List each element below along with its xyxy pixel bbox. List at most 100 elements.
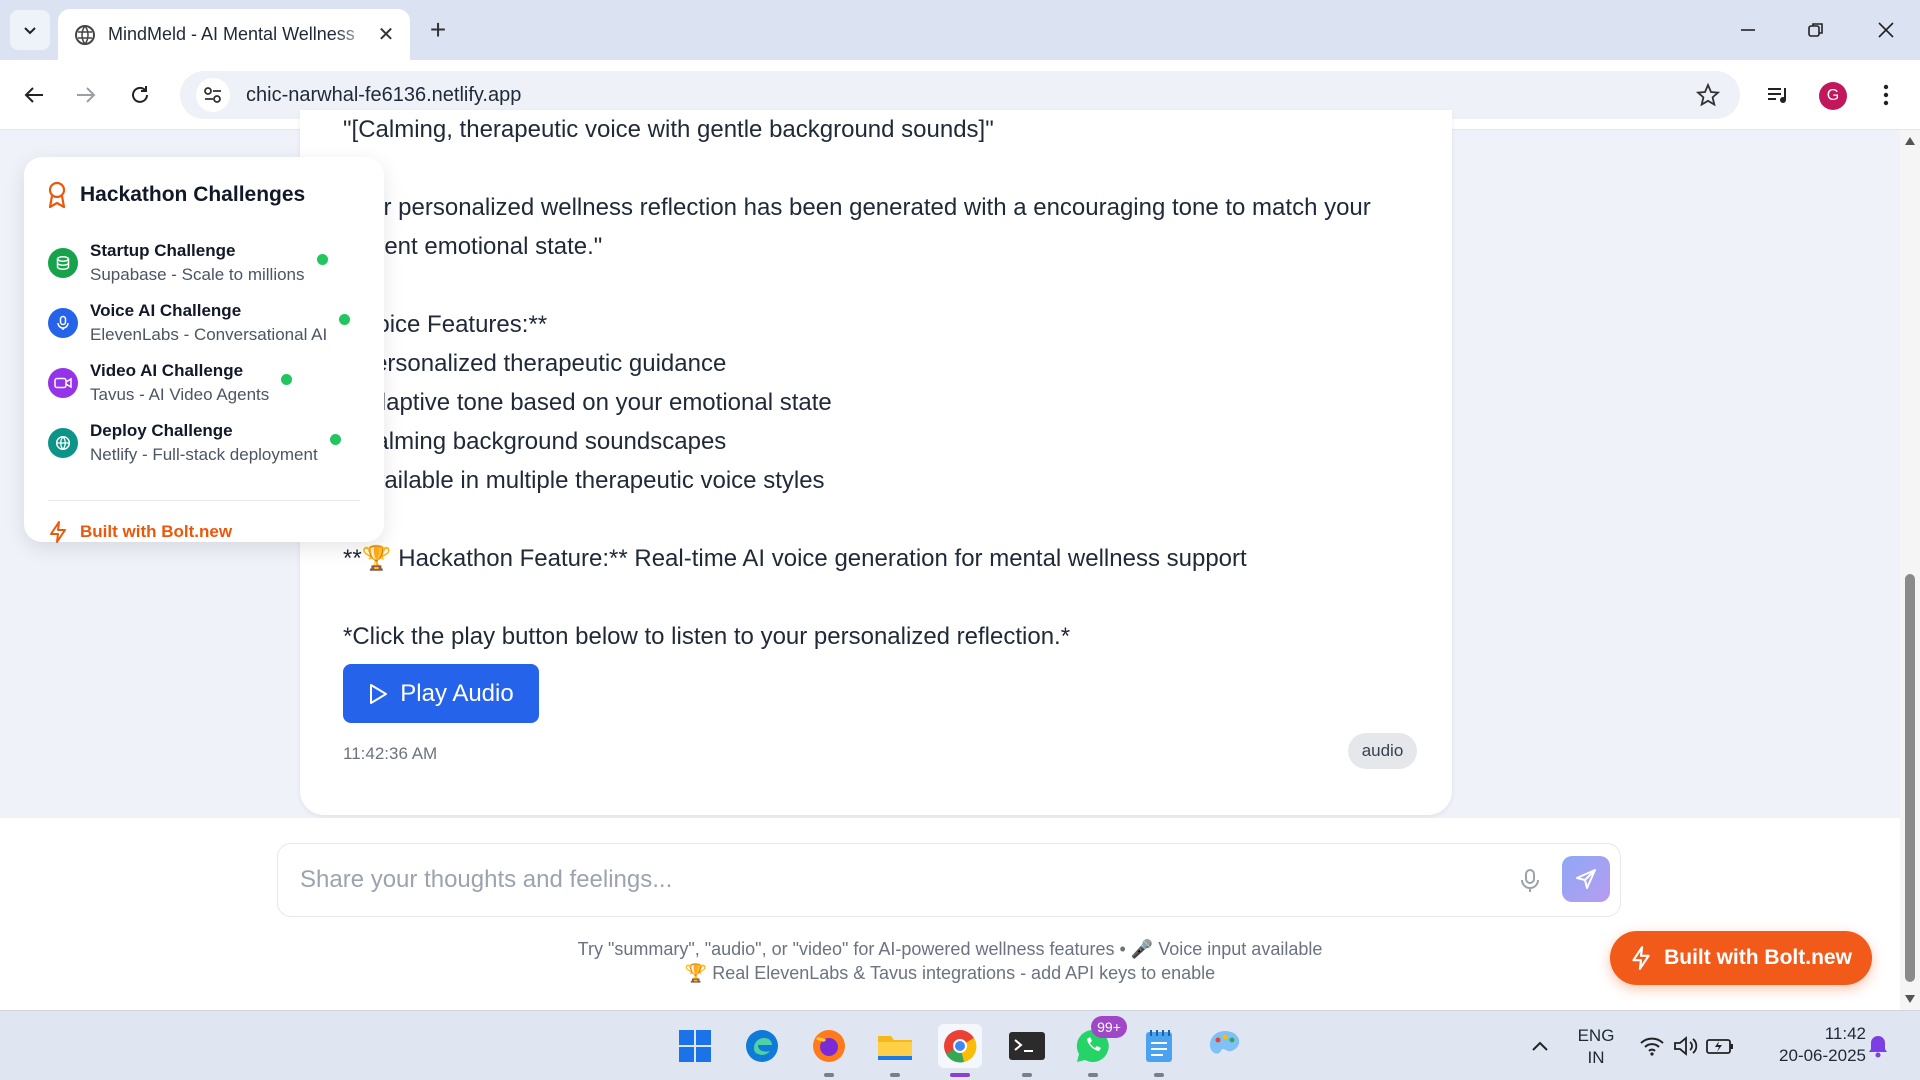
minimize-icon (1741, 29, 1755, 31)
send-icon (1576, 869, 1596, 889)
challenge-name: Startup Challenge (90, 241, 236, 260)
message-line: **🏆 Hackathon Feature:** Real-time AI vo… (343, 545, 1247, 572)
restore-icon (1808, 23, 1823, 37)
windows-logo-icon (679, 1030, 711, 1062)
message-text: "[Calming, therapeutic voice with gentle… (343, 110, 1423, 656)
playlist-icon (1768, 88, 1786, 103)
chevron-down-icon (24, 27, 36, 35)
battery-status[interactable] (1698, 1024, 1742, 1068)
taskbar-chrome[interactable] (938, 1024, 982, 1077)
back-button[interactable] (14, 75, 54, 115)
lightning-icon (1632, 946, 1650, 970)
show-hidden-icons-button[interactable] (1518, 1024, 1562, 1068)
taskbar-file-explorer[interactable] (873, 1024, 917, 1077)
challenge-sponsor: Tavus - AI Video Agents (90, 385, 270, 404)
challenge-name: Voice AI Challenge (90, 301, 242, 320)
taskbar-notepad[interactable] (1137, 1024, 1181, 1077)
message-input[interactable] (300, 844, 1500, 916)
arrow-left-icon (24, 87, 43, 103)
message-composer (277, 843, 1621, 917)
built-with-bolt-label: Built with Bolt.new (80, 522, 233, 541)
media-controls-button[interactable] (1758, 75, 1798, 115)
message-line: Your personalized wellness reflection ha… (343, 194, 1371, 221)
wifi-icon (1640, 1037, 1664, 1056)
globe-icon (75, 24, 95, 45)
microphone-icon (1521, 869, 1539, 892)
message-line (343, 578, 1423, 617)
page-scrollbar[interactable] (1900, 130, 1920, 1010)
new-tab-button[interactable]: + (422, 14, 454, 46)
tab-strip: MindMeld - AI Mental Wellness ✕ + (0, 0, 1920, 60)
close-tab-icon[interactable]: ✕ (374, 23, 398, 47)
message-line: **Voice Features:** (343, 311, 548, 338)
close-window-button[interactable] (1866, 10, 1906, 50)
speaker-icon (1674, 1036, 1698, 1056)
microphone-icon (48, 308, 78, 338)
challenge-item-deploy[interactable]: Deploy Challenge Netlify - Full-stack de… (48, 419, 341, 469)
message-line: current emotional state." (343, 233, 603, 260)
challenge-sponsor: Supabase - Scale to millions (90, 265, 305, 284)
firefox-icon (813, 1030, 845, 1062)
tab-search-button[interactable] (10, 10, 50, 50)
taskbar-firefox[interactable] (807, 1024, 851, 1077)
browser-menu-button[interactable] (1866, 75, 1906, 115)
play-icon (370, 683, 388, 704)
arrow-right-icon (77, 87, 96, 103)
clock-date: 20-06-2025 (1779, 1046, 1866, 1065)
built-with-bolt-badge-label: Built with Bolt.new (1664, 946, 1852, 969)
taskbar-whatsapp[interactable]: 99+ (1071, 1016, 1127, 1077)
challenge-name: Video AI Challenge (90, 361, 244, 380)
challenge-item-video-ai[interactable]: Video AI Challenge Tavus - AI Video Agen… (48, 359, 293, 409)
running-indicator (890, 1073, 900, 1077)
built-with-bolt-badge[interactable]: Built with Bolt.new (1610, 931, 1872, 985)
message-line: • Personalized therapeutic guidance (343, 350, 727, 377)
scrollbar-thumb[interactable] (1905, 574, 1915, 982)
hackathon-challenges-panel: Hackathon Challenges Startup Challenge S… (24, 157, 384, 544)
bookmark-star-icon[interactable] (1690, 77, 1726, 113)
terminal-icon (1009, 1032, 1045, 1060)
unread-count-badge: 99+ (1091, 1016, 1127, 1038)
message-line: • Adaptive tone based on your emotional … (343, 389, 832, 416)
browser-tab[interactable]: MindMeld - AI Mental Wellness ✕ (58, 9, 410, 60)
status-dot (281, 374, 293, 385)
url-text[interactable]: chic-narwhal-fe6136.netlify.app (246, 84, 1690, 107)
scroll-down-icon (1905, 995, 1915, 1003)
clock[interactable]: 11:42 20-06-2025 (1752, 1023, 1866, 1067)
battery-charging-icon (1706, 1039, 1733, 1054)
send-button[interactable] (1562, 856, 1610, 902)
lightning-icon (50, 521, 66, 543)
scroll-up-icon (1905, 137, 1915, 145)
taskbar-terminal[interactable] (1005, 1024, 1049, 1077)
input-language-indicator[interactable]: ENG IN (1574, 1025, 1618, 1069)
restore-button[interactable] (1796, 10, 1836, 50)
message-line (343, 500, 1423, 539)
minimize-button[interactable] (1728, 10, 1768, 50)
forward-button[interactable] (66, 75, 106, 115)
challenge-item-startup[interactable]: Startup Challenge Supabase - Scale to mi… (48, 239, 328, 289)
database-icon (48, 248, 78, 278)
message-line: "[Calming, therapeutic voice with gentle… (343, 116, 994, 143)
message-line: • Calming background soundscapes (343, 428, 727, 455)
message-line: • Available in multiple therapeutic voic… (343, 467, 825, 494)
video-icon (48, 368, 78, 398)
windows-taskbar: 99+ ENG IN 11:42 20-06-2025 (0, 1010, 1920, 1080)
running-indicator (1088, 1073, 1098, 1077)
taskbar-edge[interactable] (740, 1024, 784, 1068)
panel-divider (48, 500, 360, 501)
status-dot (316, 254, 328, 265)
notification-center-button[interactable] (1856, 1024, 1900, 1068)
site-info-icon[interactable] (196, 78, 230, 112)
taskbar-paint[interactable] (1203, 1024, 1247, 1068)
voice-input-button[interactable] (1518, 868, 1542, 894)
reload-button[interactable] (120, 75, 160, 115)
built-with-bolt-link[interactable]: Built with Bolt.new (48, 520, 232, 544)
panel-title: Hackathon Challenges (80, 183, 306, 206)
challenge-item-voice-ai[interactable]: Voice AI Challenge ElevenLabs - Conversa… (48, 299, 351, 349)
start-button[interactable] (673, 1024, 717, 1068)
play-audio-label: Play Audio (400, 679, 514, 707)
running-indicator (1154, 1073, 1164, 1077)
play-audio-button[interactable]: Play Audio (343, 664, 539, 723)
panel-header: Hackathon Challenges (46, 181, 305, 209)
language-code: ENG (1577, 1026, 1615, 1045)
profile-avatar[interactable]: G (1819, 82, 1847, 110)
